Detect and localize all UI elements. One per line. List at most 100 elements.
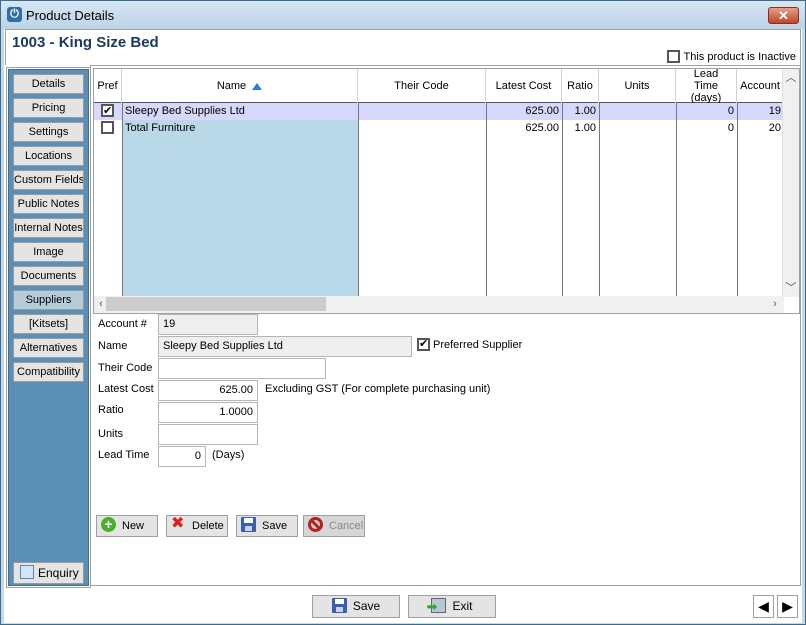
ratio-input[interactable]: 1.0000 [158, 402, 258, 423]
account-label: Account # [98, 318, 147, 330]
product-header: 1003 - King Size Bed This product is Ina… [5, 29, 801, 65]
latest-cost-label: Latest Cost [98, 383, 154, 395]
exit-button[interactable]: Exit [408, 595, 496, 618]
cancel-label: Cancel [329, 520, 364, 532]
delete-button[interactable]: Delete [166, 514, 228, 537]
footer-save-button[interactable]: Save [312, 595, 400, 618]
preferred-supplier-checkbox[interactable] [417, 337, 430, 351]
sidebar-item-locations[interactable]: Locations [13, 146, 84, 166]
inactive-checkbox[interactable] [666, 50, 680, 63]
cell-units [599, 103, 676, 120]
scroll-down-icon[interactable]: ﹀ [784, 281, 798, 295]
units-label: Units [98, 428, 124, 440]
name-field: Sleepy Bed Supplies Ltd [158, 336, 412, 357]
pref-unchecked-icon [101, 121, 114, 134]
col-header-units[interactable]: Units [599, 69, 676, 103]
sidebar-nav: Details Pricing Settings Locations Custo… [6, 67, 91, 588]
enquiry-label: Enquiry [38, 566, 79, 580]
sidebar-item-documents[interactable]: Documents [13, 266, 84, 286]
col-header-name-label: Name [216, 80, 247, 92]
cell-account: 19 [768, 105, 781, 117]
col-header-lead-time[interactable]: Lead Time (days) [676, 68, 737, 104]
red-x-icon [171, 514, 186, 534]
client-area: 1003 - King Size Bed This product is Ina… [4, 29, 802, 623]
no-entry-icon [308, 517, 323, 532]
delete-label: Delete [192, 520, 224, 532]
column-divider [737, 103, 738, 297]
sort-ascending-icon [252, 82, 263, 90]
footer-save-label: Save [352, 599, 381, 613]
sidebar-item-pricing[interactable]: Pricing [13, 98, 84, 118]
app-power-icon: ⏻ [7, 7, 22, 22]
col-header-their-code[interactable]: Their Code [358, 69, 486, 103]
enquiry-button[interactable]: Enquiry [13, 562, 84, 584]
lead-time-input[interactable]: 0 [158, 446, 206, 467]
cell-their-code [358, 120, 486, 137]
col-header-account[interactable]: Account [737, 69, 784, 103]
previous-record-button[interactable]: ◀ [753, 595, 774, 618]
sidebar-item-settings[interactable]: Settings [13, 122, 84, 142]
magnifier-document-icon [20, 565, 34, 579]
pref-checkbox[interactable] [98, 121, 117, 138]
new-label: New [122, 520, 145, 532]
table-row[interactable]: Total Furniture 625.00 1.00 0 20 [94, 120, 784, 137]
cell-account: 20 [768, 122, 781, 134]
cell-latest-cost: 625.00 [525, 122, 559, 134]
col-header-units-label: Units [624, 80, 650, 92]
cell-lead-time: 0 [727, 122, 734, 134]
grid-header: Pref Name Their Code Latest Cost Ratio U… [94, 68, 784, 104]
inactive-checkbox-group[interactable]: This product is Inactive [666, 50, 797, 63]
column-divider [676, 103, 677, 297]
inactive-label: This product is Inactive [683, 50, 797, 63]
title-bar: ⏻ Product Details ✕ [1, 1, 805, 29]
lead-time-unit: (Days) [212, 449, 245, 461]
col-header-account-label: Account [740, 80, 780, 92]
sidebar-item-internal-notes[interactable]: Internal Notes [13, 218, 84, 238]
new-button[interactable]: New [96, 514, 158, 537]
pref-checkbox[interactable] [98, 103, 117, 121]
col-header-name[interactable]: Name [122, 69, 358, 103]
col-header-their-code-label: Their Code [394, 80, 449, 92]
column-divider [562, 103, 563, 297]
sidebar-item-suppliers[interactable]: Suppliers [13, 290, 84, 310]
sidebar-item-kitsets[interactable]: [Kitsets] [13, 314, 84, 334]
next-arrow-icon: ▶ [782, 598, 793, 614]
horizontal-scroll-thumb[interactable] [106, 297, 326, 311]
units-input[interactable] [158, 424, 258, 445]
next-record-button[interactable]: ▶ [777, 595, 798, 618]
sidebar-item-alternatives[interactable]: Alternatives [13, 338, 84, 358]
vertical-scrollbar[interactable]: ︿ ﹀ [782, 69, 799, 297]
scroll-right-icon[interactable]: › [768, 297, 782, 311]
scroll-up-icon[interactable]: ︿ [784, 71, 798, 85]
floppy-disk-icon [331, 598, 347, 613]
col-header-latest-cost[interactable]: Latest Cost [486, 69, 562, 103]
horizontal-scrollbar[interactable]: ‹ › [94, 296, 784, 313]
col-header-pref[interactable]: Pref [94, 69, 122, 103]
cancel-button[interactable]: Cancel [303, 515, 365, 537]
sidebar-item-custom-fields[interactable]: Custom Fields [13, 170, 84, 190]
col-header-lead-time-label: Lead Time (days) [690, 68, 722, 104]
preferred-supplier-group[interactable]: Preferred Supplier [417, 337, 523, 351]
cell-name: Total Furniture [125, 122, 196, 134]
preferred-supplier-label: Preferred Supplier [433, 338, 523, 351]
sidebar-item-details[interactable]: Details [13, 74, 84, 94]
sidebar-item-compatibility[interactable]: Compatibility [13, 362, 84, 382]
exit-label: Exit [452, 599, 473, 613]
sidebar-item-image[interactable]: Image [13, 242, 84, 262]
their-code-label: Their Code [98, 362, 153, 374]
their-code-input[interactable] [158, 358, 326, 379]
save-detail-button[interactable]: Save [236, 515, 298, 537]
floppy-disk-icon [241, 517, 256, 532]
close-button[interactable]: ✕ [768, 7, 799, 24]
col-header-ratio[interactable]: Ratio [562, 69, 599, 103]
sidebar-item-public-notes[interactable]: Public Notes [13, 194, 84, 214]
cell-ratio: 1.00 [574, 122, 596, 134]
latest-cost-input[interactable]: 625.00 [158, 380, 258, 401]
col-header-latest-cost-label: Latest Cost [495, 80, 552, 92]
column-divider [599, 103, 600, 297]
save-detail-label: Save [262, 520, 288, 532]
table-row[interactable]: Sleepy Bed Supplies Ltd 625.00 1.00 0 19 [94, 103, 784, 120]
previous-arrow-icon: ◀ [758, 598, 769, 614]
column-divider [486, 103, 487, 297]
lead-time-label: Lead Time [98, 449, 150, 461]
